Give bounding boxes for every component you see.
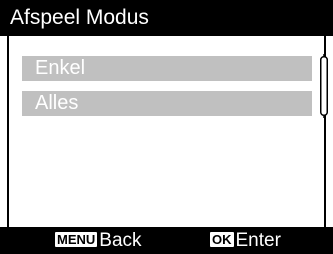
enter-hint[interactable]: OK Enter bbox=[210, 230, 281, 251]
screen-title: Afspeel Modus bbox=[10, 6, 149, 29]
scrollbar[interactable] bbox=[320, 54, 328, 118]
menu-item-enkel[interactable]: Enkel bbox=[22, 56, 312, 81]
menu-item-alles[interactable]: Alles bbox=[22, 91, 312, 116]
back-hint[interactable]: MENU Back bbox=[55, 230, 142, 251]
menu-item-label: Enkel bbox=[35, 57, 86, 79]
menu-panel: Enkel Alles bbox=[7, 36, 328, 227]
menu-item-label: Alles bbox=[35, 92, 79, 114]
back-label: Back bbox=[99, 230, 142, 251]
menu-key-badge: MENU bbox=[55, 232, 98, 247]
scrollbar-track-icon bbox=[320, 54, 328, 118]
enter-label: Enter bbox=[235, 230, 281, 251]
camera-menu-screen: Afspeel Modus Enkel Alles MENU Back OK Ent… bbox=[0, 0, 333, 254]
ok-key-badge: OK bbox=[210, 232, 234, 247]
button-hint-bar: MENU Back OK Enter bbox=[0, 227, 333, 254]
title-bar: Afspeel Modus bbox=[0, 0, 333, 36]
